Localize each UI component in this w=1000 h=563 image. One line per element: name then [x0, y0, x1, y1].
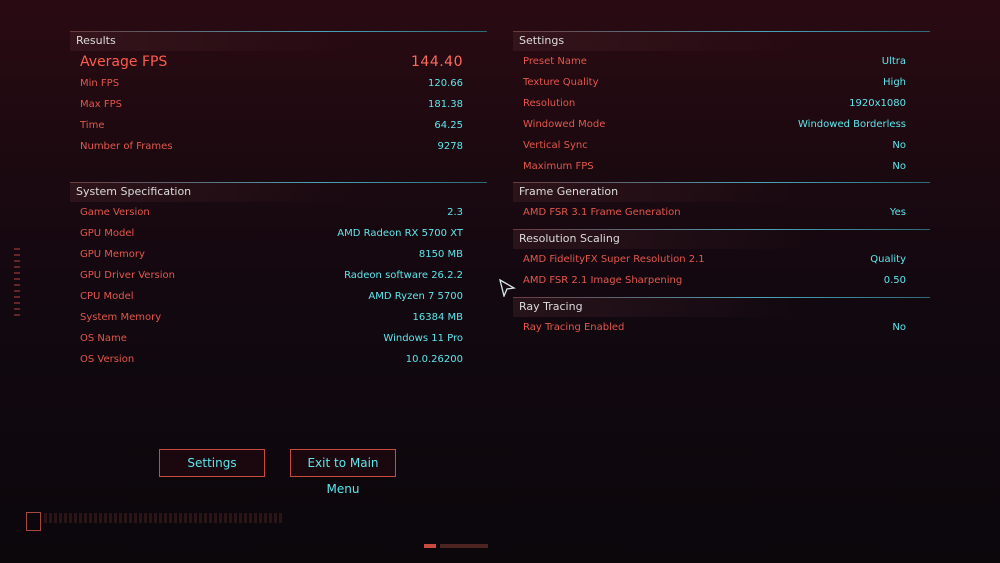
results-panel: Results Average FPS 144.40 Min FPS 120.6…: [70, 31, 487, 157]
ray-tracing-panel: Ray Tracing Ray Tracing Enabled No: [513, 297, 930, 338]
spec-label: System Memory: [80, 312, 162, 323]
setting-label: Preset Name: [523, 56, 587, 67]
setting-row: Maximum FPS No: [513, 156, 930, 177]
setting-value: 0.50: [883, 275, 906, 286]
ray-tracing-header: Ray Tracing: [513, 297, 930, 317]
setting-value: No: [892, 161, 906, 172]
spec-value: Windows 11 Pro: [383, 333, 463, 344]
system-spec-header: System Specification: [70, 182, 487, 202]
fine-print-decoration: [44, 513, 284, 523]
spec-label: CPU Model: [80, 291, 134, 302]
spec-value: 8150 MB: [418, 249, 463, 260]
spec-row: Game Version 2.3: [70, 202, 487, 223]
result-value: 181.38: [428, 99, 463, 110]
result-value: 64.25: [434, 120, 463, 131]
spec-label: OS Version: [80, 354, 135, 365]
result-row-time: Time 64.25: [70, 115, 487, 136]
settings-panel: Settings Preset Name Ultra Texture Quali…: [513, 31, 930, 177]
setting-label: Maximum FPS: [523, 161, 594, 172]
setting-label: Vertical Sync: [523, 140, 588, 151]
setting-label: AMD FSR 3.1 Frame Generation: [523, 207, 681, 218]
spec-value: 2.3: [447, 207, 463, 218]
side-decoration: [14, 248, 20, 320]
result-label: Time: [80, 120, 105, 131]
system-spec-panel: System Specification Game Version 2.3 GP…: [70, 182, 487, 370]
result-value: 120.66: [428, 78, 463, 89]
setting-value: Windowed Borderless: [798, 119, 906, 130]
setting-label: Texture Quality: [523, 77, 599, 88]
setting-row: Texture Quality High: [513, 72, 930, 93]
logo-icon: [26, 512, 41, 531]
setting-row: Ray Tracing Enabled No: [513, 317, 930, 338]
result-label: Max FPS: [80, 99, 122, 110]
setting-row: Windowed Mode Windowed Borderless: [513, 114, 930, 135]
settings-header: Settings: [513, 31, 930, 51]
setting-value: 1920x1080: [849, 98, 906, 109]
spec-label: OS Name: [80, 333, 127, 344]
setting-row: Preset Name Ultra: [513, 51, 930, 72]
exit-to-main-menu-button[interactable]: Exit to Main Menu: [290, 449, 396, 496]
setting-row: Vertical Sync No: [513, 135, 930, 156]
setting-row: AMD FSR 2.1 Image Sharpening 0.50: [513, 270, 930, 291]
result-row-frames: Number of Frames 9278: [70, 136, 487, 157]
spec-label: GPU Driver Version: [80, 270, 175, 281]
result-row-average-fps: Average FPS 144.40: [70, 51, 487, 73]
setting-label: AMD FidelityFX Super Resolution 2.1: [523, 254, 705, 265]
spec-row: OS Version 10.0.26200: [70, 349, 487, 370]
result-label: Number of Frames: [80, 141, 173, 152]
bottom-decoration: [424, 544, 488, 548]
settings-button[interactable]: Settings: [159, 449, 265, 477]
setting-label: Windowed Mode: [523, 119, 606, 130]
spec-value: AMD Radeon RX 5700 XT: [337, 228, 463, 239]
mouse-cursor-icon: [499, 279, 516, 297]
setting-value: Quality: [870, 254, 906, 265]
setting-row: AMD FSR 3.1 Frame Generation Yes: [513, 202, 930, 223]
spec-row: System Memory 16384 MB: [70, 307, 487, 328]
setting-label: Resolution: [523, 98, 576, 109]
spec-value: 10.0.26200: [405, 354, 463, 365]
spec-value: AMD Ryzen 7 5700: [368, 291, 463, 302]
result-row-min-fps: Min FPS 120.66: [70, 73, 487, 94]
setting-value: No: [892, 322, 906, 333]
setting-value: High: [883, 77, 906, 88]
spec-row: GPU Driver Version Radeon software 26.2.…: [70, 265, 487, 286]
spec-value: Radeon software 26.2.2: [344, 270, 463, 281]
setting-row: Resolution 1920x1080: [513, 93, 930, 114]
setting-label: Ray Tracing Enabled: [523, 322, 625, 333]
result-value: 144.40: [411, 54, 463, 70]
result-label: Min FPS: [80, 78, 120, 89]
setting-value: Ultra: [881, 56, 906, 67]
frame-generation-header: Frame Generation: [513, 182, 930, 202]
spec-row: CPU Model AMD Ryzen 7 5700: [70, 286, 487, 307]
spec-label: GPU Model: [80, 228, 135, 239]
spec-label: GPU Memory: [80, 249, 145, 260]
spec-row: GPU Memory 8150 MB: [70, 244, 487, 265]
setting-row: AMD FidelityFX Super Resolution 2.1 Qual…: [513, 249, 930, 270]
spec-label: Game Version: [80, 207, 150, 218]
resolution-scaling-header: Resolution Scaling: [513, 229, 930, 249]
results-header: Results: [70, 31, 487, 51]
result-row-max-fps: Max FPS 181.38: [70, 94, 487, 115]
spec-row: GPU Model AMD Radeon RX 5700 XT: [70, 223, 487, 244]
spec-row: OS Name Windows 11 Pro: [70, 328, 487, 349]
spec-value: 16384 MB: [412, 312, 463, 323]
setting-value: Yes: [889, 207, 906, 218]
setting-label: AMD FSR 2.1 Image Sharpening: [523, 275, 683, 286]
result-value: 9278: [437, 141, 463, 152]
resolution-scaling-panel: Resolution Scaling AMD FidelityFX Super …: [513, 229, 930, 291]
frame-generation-panel: Frame Generation AMD FSR 3.1 Frame Gener…: [513, 182, 930, 223]
result-label: Average FPS: [80, 54, 168, 70]
setting-value: No: [892, 140, 906, 151]
